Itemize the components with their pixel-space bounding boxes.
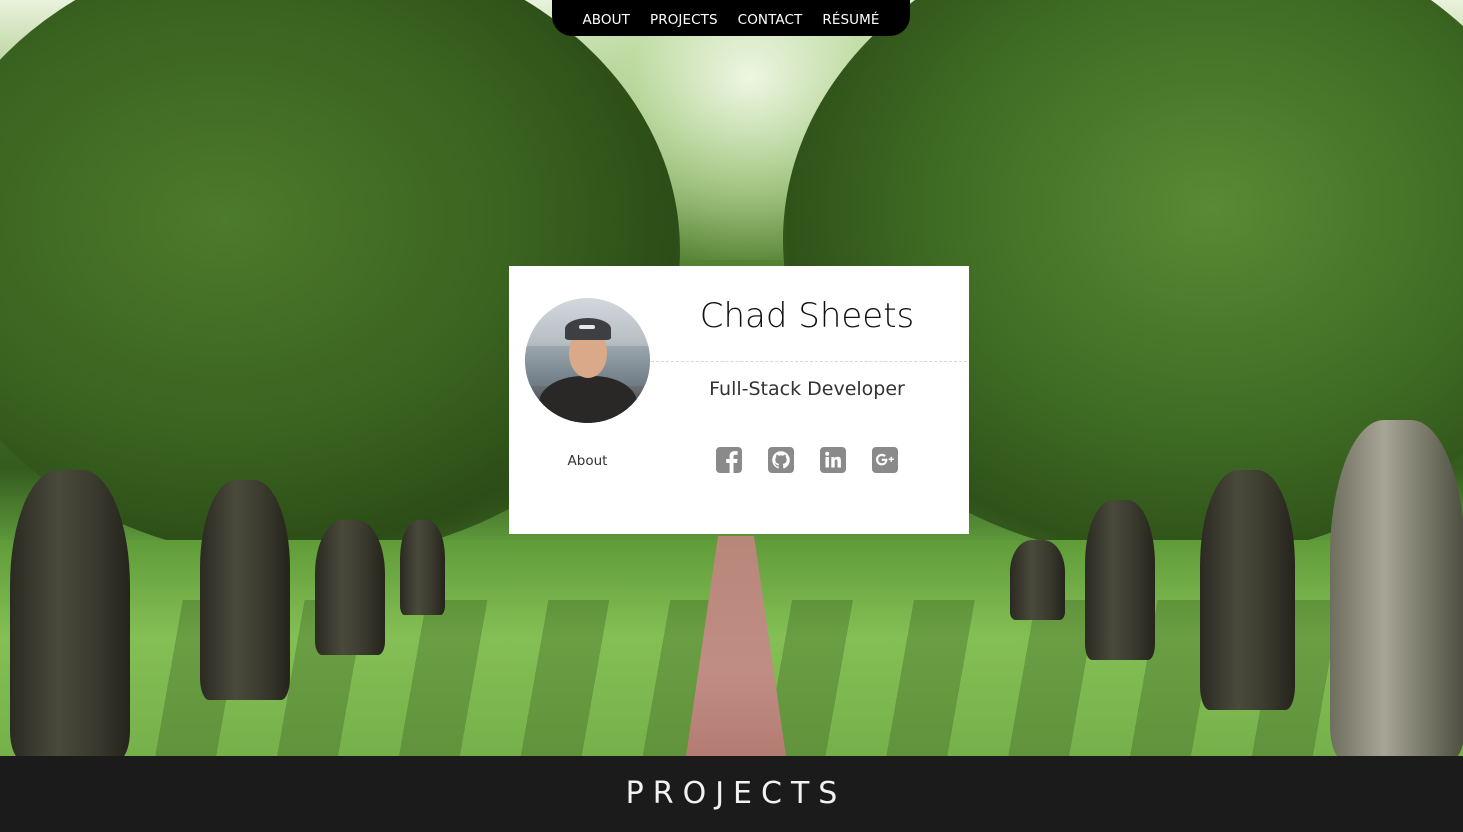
projects-heading: PROJECTS	[625, 775, 847, 811]
facebook-icon[interactable]	[716, 447, 742, 473]
nav-link-resume[interactable]: RÉSUMÉ	[822, 12, 879, 28]
avatar	[525, 298, 650, 423]
google-plus-icon[interactable]	[872, 447, 898, 473]
nav-link-about[interactable]: ABOUT	[582, 12, 630, 28]
github-icon[interactable]	[768, 447, 794, 473]
social-links	[716, 447, 898, 473]
top-nav: ABOUT PROJECTS CONTACT RÉSUMÉ	[552, 0, 910, 36]
profile-name: Chad Sheets	[699, 296, 915, 336]
profile-title: Full-Stack Developer	[709, 378, 905, 400]
about-link[interactable]: About	[525, 453, 650, 469]
profile-card: About Chad Sheets Full-Stack Developer	[509, 266, 969, 534]
nav-link-projects[interactable]: PROJECTS	[650, 12, 718, 28]
projects-section: PROJECTS	[0, 756, 1463, 832]
linkedin-icon[interactable]	[820, 447, 846, 473]
name-divider	[651, 361, 967, 362]
page: ABOUT PROJECTS CONTACT RÉSUMÉ About Chad…	[0, 0, 1463, 832]
nav-link-contact[interactable]: CONTACT	[738, 12, 803, 28]
